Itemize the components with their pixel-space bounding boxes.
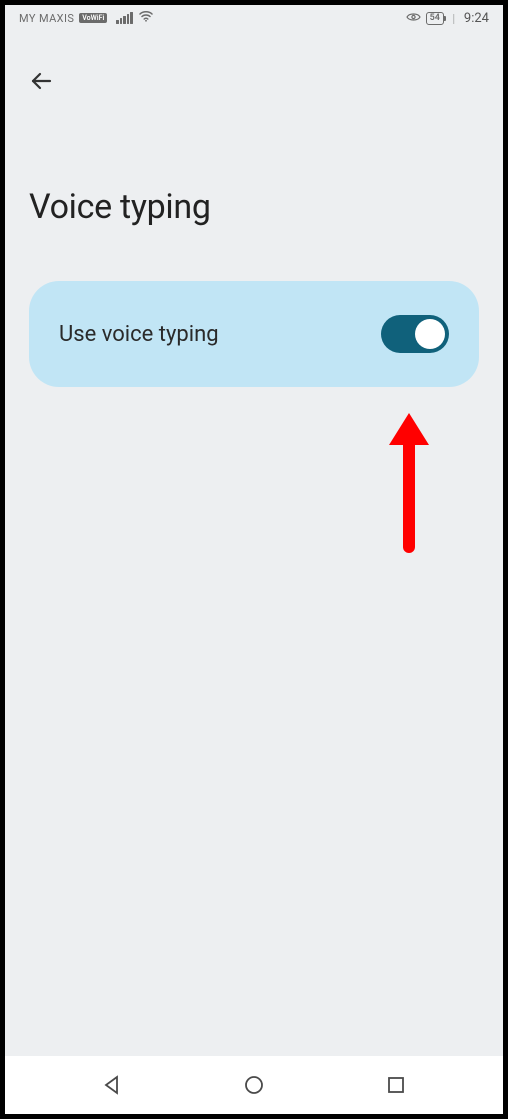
annotation-arrow [381,407,441,571]
arrow-left-icon [29,69,53,93]
clock: 9:24 [464,11,489,26]
nav-home-button[interactable] [219,1065,289,1105]
vowifi-badge: VoWiFi [79,13,107,23]
status-bar: MY MAXIS VoWiFi 54 ｜ 9:24 [5,5,503,31]
signal-icon [116,12,133,24]
nav-back-button[interactable] [77,1065,147,1105]
circle-home-icon [243,1074,265,1096]
nav-recent-button[interactable] [361,1065,431,1105]
voice-typing-setting-row[interactable]: Use voice typing [29,281,479,387]
battery-separator: ｜ [449,11,459,26]
voice-typing-toggle[interactable] [381,315,449,353]
toggle-knob [415,319,445,349]
square-recent-icon [386,1075,406,1095]
wifi-icon [139,10,153,26]
visibility-icon [406,11,421,25]
setting-label: Use voice typing [59,322,219,347]
navigation-bar [5,1056,503,1114]
carrier-label: MY MAXIS [19,12,74,25]
page-title: Voice typing [29,187,479,227]
triangle-back-icon [101,1074,123,1096]
back-button[interactable] [29,61,69,101]
battery-indicator: 54 [426,12,444,25]
